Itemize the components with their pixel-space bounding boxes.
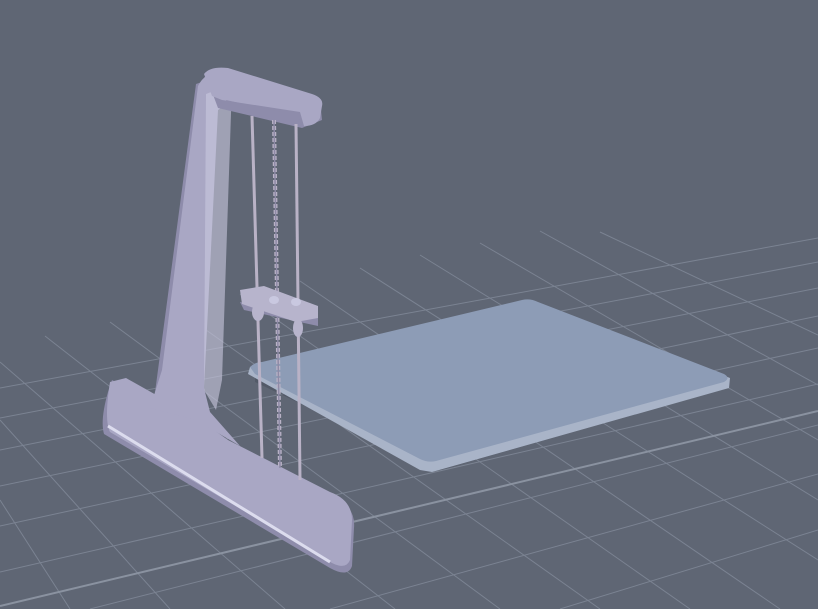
viewport-background (0, 0, 818, 609)
viewport-canvas[interactable] (0, 0, 818, 609)
3d-viewport[interactable] (0, 0, 818, 609)
carriage-nut-right (291, 298, 301, 306)
carriage-bearing-right (293, 319, 303, 337)
carriage-bearing-left (252, 303, 264, 321)
carriage-nut (269, 296, 279, 304)
